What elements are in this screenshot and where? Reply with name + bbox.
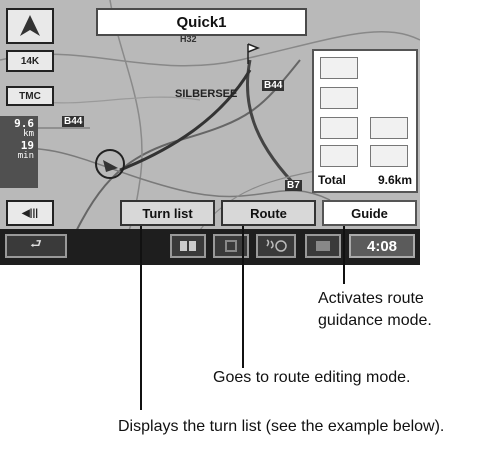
distance-time-panel: 9.6 km 19 min xyxy=(0,116,38,188)
turn-list-callout-line xyxy=(140,226,142,410)
remaining-time: 19 xyxy=(20,139,34,152)
map-town-label: SILBERSEE xyxy=(175,88,238,100)
total-distance: 9.6km xyxy=(377,173,412,187)
route-name: Quick1 xyxy=(96,8,307,36)
time-unit: min xyxy=(17,151,34,161)
traffic-info-icon xyxy=(320,57,358,79)
north-arrow-icon xyxy=(20,15,40,36)
bottom-bar: ⮐ 4:08 xyxy=(0,229,420,265)
back-map-button[interactable]: ◀||| xyxy=(6,200,54,226)
split-view-button[interactable] xyxy=(170,234,206,258)
return-icon: ⮐ xyxy=(30,236,42,251)
voice-button[interactable] xyxy=(256,234,296,258)
total-label: Total xyxy=(318,173,346,187)
toll-road-icon xyxy=(370,117,408,139)
heading-button[interactable] xyxy=(6,8,54,44)
motorway-icon xyxy=(320,87,358,109)
tunnel-icon xyxy=(320,145,358,167)
split-screen-icon xyxy=(180,241,196,251)
clock: 4:08 xyxy=(349,234,415,258)
turn-list-callout-text: Displays the turn list (see the example … xyxy=(118,418,445,435)
road-sign-b44: B44 xyxy=(262,80,285,91)
road-sign-b7: B7 xyxy=(285,180,302,191)
map-scale-button[interactable]: 14K xyxy=(6,50,54,72)
route-total: Total 9.6km xyxy=(318,173,412,187)
return-button[interactable]: ⮐ xyxy=(5,234,67,258)
guide-button[interactable]: Guide xyxy=(322,200,417,226)
screen-icon xyxy=(316,241,330,251)
route-callout-text: Goes to route editing mode. xyxy=(213,369,411,386)
road-sign-b44-west: B44 xyxy=(62,116,85,127)
turn-list-button[interactable]: Turn list xyxy=(120,200,215,226)
road-sign-h32: H32 xyxy=(180,34,197,44)
route-button[interactable]: Route xyxy=(221,200,316,226)
navigation-screen: Quick1 14K TMC 9.6 km 19 min ◀||| SILBER… xyxy=(0,0,420,265)
screen-off-button[interactable] xyxy=(305,234,341,258)
voice-icon xyxy=(266,239,287,252)
ferry-icon xyxy=(320,117,358,139)
route-conditions-panel: Total 9.6km xyxy=(312,49,418,193)
time-restriction-icon xyxy=(370,145,408,167)
display-icon xyxy=(225,240,237,252)
remaining-distance: 9.6 xyxy=(14,117,34,130)
tmc-button[interactable]: TMC xyxy=(6,86,54,106)
guide-callout-line xyxy=(343,226,345,284)
guide-callout-text: Activates route guidance mode. xyxy=(318,290,432,329)
route-callout-line xyxy=(242,226,244,368)
